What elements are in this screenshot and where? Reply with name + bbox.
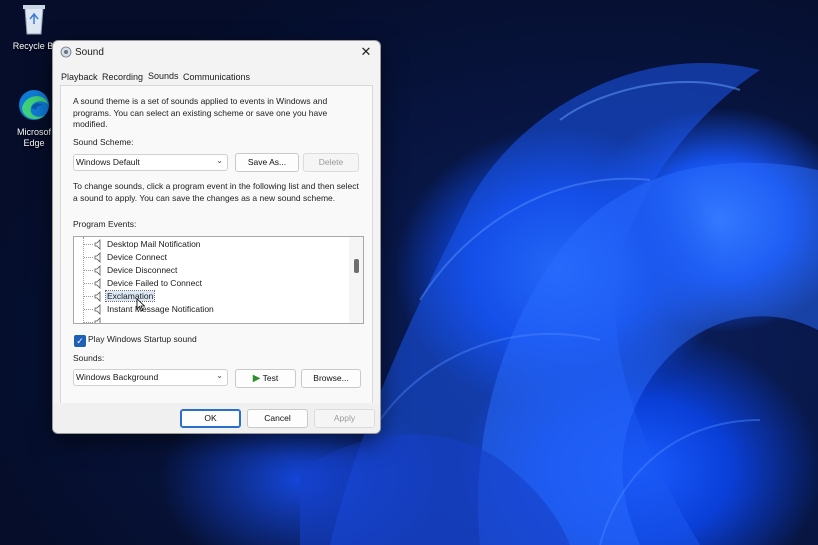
sounds-value: Windows Background	[76, 372, 159, 382]
list-item[interactable]: Device Disconnect	[84, 264, 354, 277]
speaker-icon	[94, 239, 101, 250]
browse-button[interactable]: Browse...	[301, 369, 361, 388]
list-item-partial[interactable]	[84, 316, 354, 323]
events-scrollbar[interactable]	[349, 237, 363, 323]
cancel-button[interactable]: Cancel	[247, 409, 308, 428]
list-item[interactable]: Instant Message Notification	[84, 303, 354, 316]
sound-scheme-value: Windows Default	[76, 157, 140, 167]
event-label: Device Connect	[107, 252, 168, 262]
dialog-title: Sound	[75, 47, 104, 58]
close-button[interactable]: ✕	[352, 41, 380, 63]
sound-scheme-dropdown[interactable]: Windows Default ⌄	[73, 154, 228, 171]
save-as-button[interactable]: Save As...	[235, 153, 299, 172]
speaker-app-icon	[60, 46, 72, 58]
scrollbar-thumb[interactable]	[354, 259, 359, 273]
event-label: Device Failed to Connect	[107, 278, 202, 288]
tab-communications[interactable]: Communications	[183, 72, 250, 82]
delete-button[interactable]: Delete	[303, 153, 359, 172]
startup-sound-checkbox[interactable]: ✓	[74, 335, 86, 347]
chevron-down-icon: ⌄	[216, 371, 223, 380]
list-item-selected[interactable]: Exclamation	[84, 290, 354, 303]
event-label: Device Disconnect	[107, 265, 178, 275]
speaker-icon	[94, 291, 101, 302]
intro-text: A sound theme is a set of sounds applied…	[73, 96, 328, 129]
title-bar[interactable]: Sound ✕	[53, 41, 380, 65]
speaker-icon	[94, 265, 101, 276]
speaker-icon	[94, 317, 101, 323]
play-icon: ▶	[252, 373, 261, 384]
checkmark-icon: ✓	[76, 336, 84, 346]
test-button[interactable]: ▶ Test	[235, 369, 296, 388]
recycle-bin-icon	[23, 5, 45, 35]
event-label: Desktop Mail Notification	[107, 239, 201, 249]
list-item[interactable]: Device Connect	[84, 251, 354, 264]
ok-button[interactable]: OK	[180, 409, 241, 428]
startup-sound-label: Play Windows Startup sound	[88, 334, 197, 344]
chevron-down-icon: ⌄	[216, 156, 223, 165]
speaker-icon	[94, 304, 101, 315]
edge-icon	[19, 90, 49, 120]
program-events-list[interactable]: Desktop Mail Notification Device Connect…	[73, 236, 364, 324]
list-item[interactable]: Desktop Mail Notification	[84, 238, 354, 251]
sounds-panel: A sound theme is a set of sounds applied…	[60, 85, 373, 405]
speaker-icon	[94, 252, 101, 263]
sound-dialog: Sound ✕ Playback Recording Sounds Commun…	[52, 40, 381, 434]
program-events-label: Program Events:	[73, 219, 137, 229]
change-sounds-text: To change sounds, click a program event …	[73, 181, 359, 203]
tab-recording[interactable]: Recording	[102, 72, 143, 82]
tab-sounds[interactable]: Sounds	[148, 71, 179, 81]
speaker-icon	[94, 278, 101, 289]
event-label: Instant Message Notification	[107, 304, 214, 314]
tab-playback[interactable]: Playback	[61, 72, 98, 82]
close-icon: ✕	[360, 44, 372, 59]
sounds-dropdown[interactable]: Windows Background ⌄	[73, 369, 228, 386]
test-label: Test	[262, 373, 279, 383]
sound-scheme-label: Sound Scheme:	[73, 137, 134, 147]
apply-button[interactable]: Apply	[314, 409, 375, 428]
sounds-label: Sounds:	[73, 353, 105, 363]
mouse-cursor-icon	[136, 298, 146, 312]
dialog-footer: OK Cancel Apply	[53, 403, 380, 433]
list-item[interactable]: Device Failed to Connect	[84, 277, 354, 290]
event-label: Exclamation	[104, 290, 156, 302]
